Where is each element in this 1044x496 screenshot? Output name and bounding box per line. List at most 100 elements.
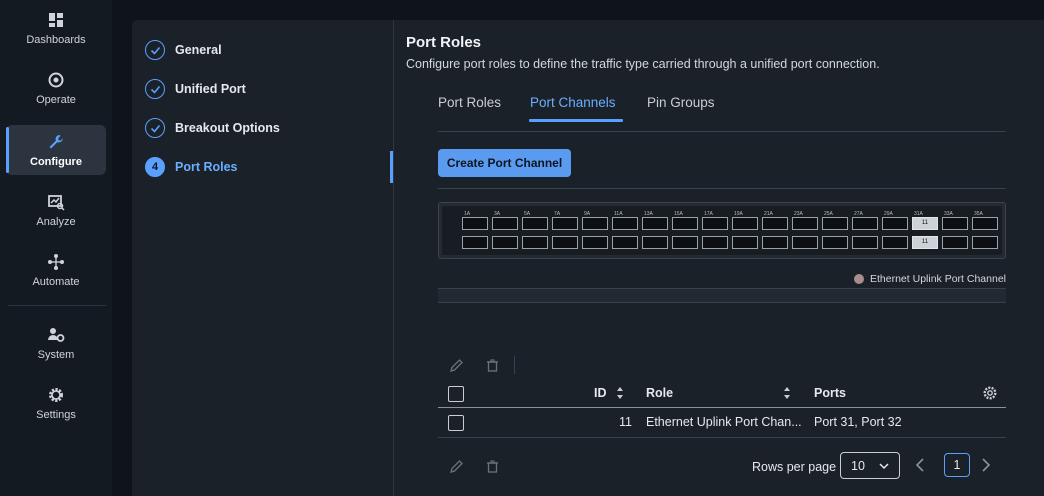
select-all-checkbox[interactable] — [448, 386, 464, 402]
cell-id: 11 — [619, 415, 632, 429]
switch-port[interactable] — [642, 236, 668, 249]
switch-port[interactable] — [972, 236, 998, 249]
cell-ports: Port 31, Port 32 — [814, 415, 902, 429]
table-row[interactable]: 11 Ethernet Uplink Port Chan... Port 31,… — [438, 409, 1006, 438]
port-pair[interactable]: 1A — [462, 211, 488, 252]
switch-port[interactable] — [672, 217, 698, 230]
port-pair[interactable]: 5A — [522, 211, 548, 252]
system-icon — [48, 327, 65, 342]
nav-item-settings[interactable]: Settings — [6, 378, 106, 428]
switch-port[interactable] — [822, 236, 848, 249]
switch-port[interactable] — [642, 217, 668, 230]
port-pair[interactable]: 31A 11 11 — [912, 211, 938, 252]
tab-bar: Port Roles Port Channels Pin Groups — [438, 92, 1006, 132]
port-pair[interactable]: 25A — [822, 211, 848, 252]
port-pair[interactable]: 3A — [492, 211, 518, 252]
delete-button[interactable] — [474, 354, 510, 376]
switch-port[interactable] — [762, 236, 788, 249]
step-label: General — [175, 43, 222, 57]
column-settings-icon[interactable] — [982, 385, 998, 401]
port-pair[interactable]: 23A — [792, 211, 818, 252]
nav-item-automate[interactable]: Automate — [6, 245, 106, 295]
column-header-role[interactable]: Role — [646, 386, 673, 400]
trash-icon — [486, 459, 498, 473]
nav-item-dashboards[interactable]: Dashboards — [6, 3, 106, 53]
switch-port[interactable] — [552, 217, 578, 230]
sort-icon[interactable] — [783, 386, 791, 400]
nav-item-analyze[interactable]: Analyze — [6, 185, 106, 235]
switch-port[interactable] — [942, 236, 968, 249]
switch-port[interactable] — [882, 236, 908, 249]
nav-item-operate[interactable]: Operate — [6, 63, 106, 113]
sort-icon[interactable] — [616, 386, 624, 400]
port-pair[interactable]: 21A — [762, 211, 788, 252]
switch-port[interactable]: 11 — [912, 217, 938, 230]
port-pair[interactable]: 17A — [702, 211, 728, 252]
port-pair[interactable]: 29A — [882, 211, 908, 252]
switch-port[interactable] — [882, 217, 908, 230]
chevron-left-icon[interactable] — [913, 457, 929, 473]
chevron-right-icon[interactable] — [977, 457, 993, 473]
switch-port[interactable] — [822, 217, 848, 230]
toolbar-divider — [514, 356, 515, 374]
main-panel: Port Roles Configure port roles to defin… — [394, 20, 1044, 496]
port-pair[interactable]: 35A — [972, 211, 998, 252]
edit-button[interactable] — [438, 354, 474, 376]
legend-swatch — [854, 274, 864, 284]
legend-label: Ethernet Uplink Port Channel — [870, 273, 1006, 285]
switch-port[interactable] — [522, 217, 548, 230]
tab-port-roles[interactable]: Port Roles — [438, 95, 501, 120]
port-pair[interactable]: 27A — [852, 211, 878, 252]
switch-port[interactable] — [972, 217, 998, 230]
step-general[interactable]: General — [145, 39, 222, 61]
legend-band — [438, 288, 1006, 303]
switch-port[interactable] — [582, 236, 608, 249]
nav-item-configure[interactable]: Configure — [6, 125, 106, 175]
port-pair[interactable]: 7A — [552, 211, 578, 252]
switch-port[interactable] — [792, 217, 818, 230]
rows-per-page-select[interactable]: 10 — [840, 452, 900, 479]
switch-port[interactable] — [852, 217, 878, 230]
switch-port[interactable] — [792, 236, 818, 249]
switch-port[interactable]: 11 — [912, 236, 938, 249]
switch-port[interactable] — [852, 236, 878, 249]
port-pair[interactable]: 13A — [642, 211, 668, 252]
current-page[interactable]: 1 — [944, 453, 970, 477]
port-pair[interactable]: 11A — [612, 211, 638, 252]
check-icon — [145, 40, 165, 60]
switch-port[interactable] — [672, 236, 698, 249]
table-footer: Rows per page 10 1 — [438, 452, 1006, 482]
port-pair[interactable]: 9A — [582, 211, 608, 252]
switch-port[interactable] — [582, 217, 608, 230]
switch-port[interactable] — [762, 217, 788, 230]
delete-button-footer[interactable] — [474, 455, 510, 477]
tab-port-channels[interactable]: Port Channels — [529, 95, 623, 122]
port-pair[interactable]: 33A — [942, 211, 968, 252]
column-header-id[interactable]: ID — [594, 386, 607, 400]
switch-port[interactable] — [612, 217, 638, 230]
switch-port[interactable] — [612, 236, 638, 249]
switch-port[interactable] — [492, 236, 518, 249]
switch-port[interactable] — [732, 236, 758, 249]
port-pair[interactable]: 19A — [732, 211, 758, 252]
row-checkbox[interactable] — [448, 415, 464, 431]
operate-icon — [48, 72, 64, 87]
step-unified-port[interactable]: Unified Port — [145, 78, 246, 100]
switch-port[interactable] — [942, 217, 968, 230]
switch-port[interactable] — [492, 217, 518, 230]
step-port-roles[interactable]: 4 Port Roles — [145, 156, 238, 178]
switch-port[interactable] — [462, 236, 488, 249]
switch-port[interactable] — [732, 217, 758, 230]
switch-port[interactable] — [702, 236, 728, 249]
port-pair[interactable]: 15A — [672, 211, 698, 252]
step-breakout-options[interactable]: Breakout Options — [145, 117, 280, 139]
switch-port[interactable] — [702, 217, 728, 230]
edit-button-footer[interactable] — [438, 455, 474, 477]
switch-port[interactable] — [462, 217, 488, 230]
nav-item-system[interactable]: System — [6, 318, 106, 368]
tab-pin-groups[interactable]: Pin Groups — [647, 95, 715, 120]
switch-port[interactable] — [552, 236, 578, 249]
create-port-channel-button[interactable]: Create Port Channel — [438, 149, 571, 177]
switch-port[interactable] — [522, 236, 548, 249]
wizard-steps: General Unified Port Breakout Options 4 … — [132, 20, 393, 496]
